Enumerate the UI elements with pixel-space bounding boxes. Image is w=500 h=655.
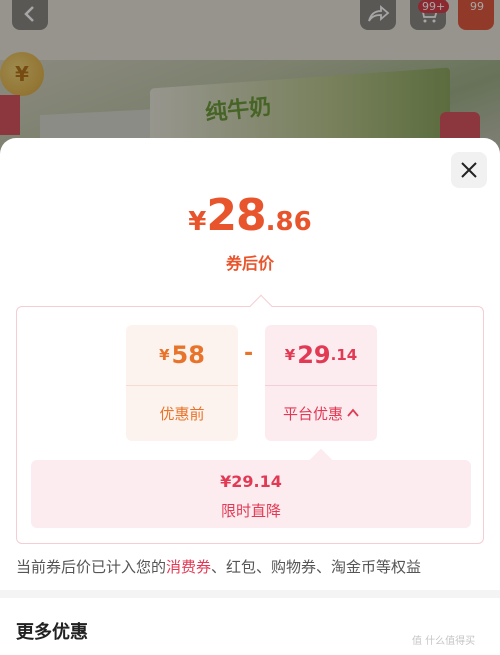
section-divider bbox=[0, 590, 500, 598]
note-suffix: 、红包、购物券、淘金币等权益 bbox=[211, 558, 422, 576]
chevron-up-icon bbox=[347, 408, 359, 417]
close-icon bbox=[461, 162, 477, 178]
original-price-currency: ¥ bbox=[159, 346, 170, 364]
original-price-label: 优惠前 bbox=[159, 404, 205, 423]
modal-overlay[interactable] bbox=[0, 0, 500, 160]
limited-discount-panel: ¥29.14 限时直降 bbox=[31, 448, 471, 528]
note-prefix: 当前券后价已计入您的 bbox=[16, 558, 167, 576]
original-price-amount: 58 bbox=[171, 341, 205, 369]
platform-discount-toggle[interactable]: 平台优惠 bbox=[265, 395, 377, 431]
platform-discount-value: ¥29.14 bbox=[265, 325, 377, 385]
minus-sign: - bbox=[244, 341, 254, 366]
platform-discount-currency: ¥ bbox=[284, 346, 296, 364]
price-breakdown: ¥58 优惠前 - ¥29.14 平台优惠 ¥29.14 限时直降 bbox=[16, 294, 484, 544]
price-integer: 28 bbox=[206, 190, 266, 241]
breakdown-pointer bbox=[249, 294, 273, 318]
original-price-card: ¥58 优惠前 bbox=[126, 325, 238, 441]
product-page-background: 纯牛奶 ¥ 99+ 99 bbox=[0, 0, 500, 160]
final-price-label: 券后价 bbox=[225, 254, 274, 273]
price-currency: ¥ bbox=[188, 207, 207, 237]
final-price: ¥28.86 bbox=[0, 190, 500, 241]
price-detail-sheet: ¥28.86 券后价 ¥58 优惠前 - ¥29.14 平台优惠 ¥29.14 bbox=[0, 138, 500, 655]
card-divider bbox=[265, 385, 377, 386]
limited-discount-label: 限时直降 bbox=[220, 502, 281, 520]
benefits-note: 当前券后价已计入您的消费券、红包、购物券、淘金币等权益 bbox=[16, 556, 486, 577]
original-price-value: ¥58 bbox=[126, 325, 238, 385]
platform-discount-label: 平台优惠 bbox=[282, 404, 343, 423]
price-decimal: .86 bbox=[265, 207, 312, 237]
limited-pointer bbox=[309, 448, 333, 472]
card-divider bbox=[126, 385, 238, 386]
close-button[interactable] bbox=[451, 152, 487, 188]
more-offers-title: 更多优惠 bbox=[16, 622, 88, 643]
platform-discount-decimal: .14 bbox=[330, 346, 358, 364]
coupon-link[interactable]: 消费券 bbox=[166, 558, 211, 576]
platform-discount-integer: 29 bbox=[297, 341, 331, 369]
watermark: 值 什么值得买 bbox=[412, 636, 476, 647]
limited-discount-amount: ¥29.14 bbox=[220, 472, 282, 491]
platform-discount-card[interactable]: ¥29.14 平台优惠 bbox=[265, 325, 377, 441]
